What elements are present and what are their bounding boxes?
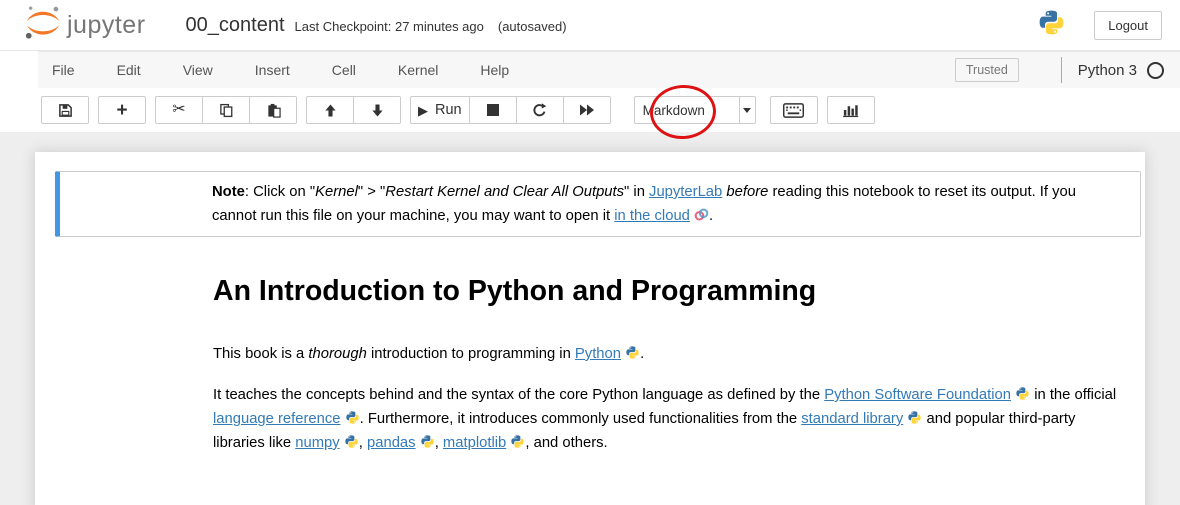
menu-insert[interactable]: Insert bbox=[241, 62, 304, 78]
paste-icon bbox=[266, 103, 281, 118]
fast-forward-icon bbox=[579, 104, 595, 116]
menu-view[interactable]: View bbox=[169, 62, 227, 78]
link-jupyterlab[interactable]: JupyterLab bbox=[649, 184, 722, 200]
link-matplotlib[interactable]: matplotlib bbox=[443, 435, 506, 451]
jupyter-wordmark: jupyter bbox=[67, 11, 146, 40]
link-python-software-foundation[interactable]: Python Software Foundation bbox=[824, 387, 1011, 403]
python-icon bbox=[907, 410, 922, 425]
move-cell-down-button[interactable] bbox=[353, 96, 401, 124]
python-icon bbox=[420, 434, 435, 449]
restart-run-all-button[interactable] bbox=[563, 96, 611, 124]
python-icon bbox=[625, 345, 640, 360]
note-callout: Note: Click on "Kernel" > "Restart Kerne… bbox=[55, 171, 1141, 237]
link-python[interactable]: Python bbox=[575, 346, 621, 362]
notebook-area: Note: Click on "Kernel" > "Restart Kerne… bbox=[0, 132, 1180, 505]
notebook-container: Note: Click on "Kernel" > "Restart Kerne… bbox=[35, 152, 1145, 505]
add-cell-button[interactable]: + bbox=[98, 96, 146, 124]
keyboard-shortcuts-button[interactable] bbox=[770, 96, 818, 124]
cut-cell-button[interactable]: ✂ bbox=[155, 96, 203, 124]
page-title: An Introduction to Python and Programmin… bbox=[213, 275, 1115, 308]
toolbar-button-group bbox=[306, 96, 401, 124]
toolbar-button-group: ▶ Run bbox=[410, 96, 611, 124]
arrow-up-icon bbox=[324, 104, 337, 117]
link-language-reference[interactable]: language reference bbox=[213, 411, 341, 427]
plus-icon: + bbox=[116, 101, 127, 120]
restart-icon bbox=[532, 103, 547, 118]
menu-help[interactable]: Help bbox=[466, 62, 523, 78]
kernel-name: Python 3 bbox=[1078, 62, 1137, 79]
toolbar-button-group: ✂ bbox=[155, 96, 297, 124]
trusted-badge[interactable]: Trusted bbox=[955, 58, 1019, 82]
binder-icon bbox=[694, 207, 709, 222]
menu-cell[interactable]: Cell bbox=[318, 62, 370, 78]
restart-kernel-button[interactable] bbox=[516, 96, 564, 124]
cell-type-select[interactable]: Markdown bbox=[634, 96, 756, 124]
link-in-the-cloud[interactable]: in the cloud bbox=[614, 208, 690, 224]
arrow-down-icon bbox=[371, 104, 384, 117]
move-cell-up-button[interactable] bbox=[306, 96, 354, 124]
toolbar-button-group bbox=[41, 96, 89, 124]
paste-cell-button[interactable] bbox=[249, 96, 297, 124]
bar-chart-icon bbox=[842, 102, 859, 118]
python-icon bbox=[345, 410, 360, 425]
python-logo-icon bbox=[1037, 8, 1066, 42]
python-icon bbox=[1015, 386, 1030, 401]
body-paragraph: It teaches the concepts behind and the s… bbox=[213, 383, 1117, 455]
menu-file[interactable]: File bbox=[38, 62, 89, 78]
python-icon bbox=[510, 434, 525, 449]
menu-edit[interactable]: Edit bbox=[103, 62, 155, 78]
notebook-title[interactable]: 00_content bbox=[186, 14, 285, 37]
chart-button[interactable] bbox=[827, 96, 875, 124]
copy-cell-button[interactable] bbox=[202, 96, 250, 124]
toolbar: + ✂ ▶ Run Markdown bbox=[0, 88, 1180, 132]
cell-type-value: Markdown bbox=[635, 103, 739, 118]
keyboard-icon bbox=[783, 103, 804, 118]
header: jupyter 00_content Last Checkpoint: 27 m… bbox=[0, 0, 1180, 51]
link-pandas[interactable]: pandas bbox=[367, 435, 416, 451]
run-button[interactable]: ▶ Run bbox=[410, 96, 470, 124]
menubar: File Edit View Insert Cell Kernel Help Trusted… bbox=[38, 51, 1180, 89]
autosave-status: (autosaved) bbox=[498, 19, 567, 34]
logout-button[interactable]: Logout bbox=[1094, 11, 1162, 40]
intro-paragraph: This book is a thorough introduction to … bbox=[213, 342, 1117, 366]
toolbar-button-group: + bbox=[98, 96, 146, 124]
copy-icon bbox=[219, 103, 234, 118]
python-icon bbox=[344, 434, 359, 449]
stop-icon bbox=[487, 104, 499, 116]
play-icon: ▶ bbox=[418, 104, 428, 117]
save-button[interactable] bbox=[41, 96, 89, 124]
run-button-label: Run bbox=[435, 102, 462, 118]
kernel-divider bbox=[1061, 57, 1062, 83]
jupyter-planet-icon bbox=[24, 4, 62, 47]
interrupt-kernel-button[interactable] bbox=[469, 96, 517, 124]
link-standard-library[interactable]: standard library bbox=[801, 411, 903, 427]
checkpoint-status: Last Checkpoint: 27 minutes ago bbox=[295, 19, 484, 34]
save-icon bbox=[58, 103, 73, 118]
menu-kernel[interactable]: Kernel bbox=[384, 62, 452, 78]
kernel-idle-icon bbox=[1147, 62, 1164, 79]
link-numpy[interactable]: numpy bbox=[295, 435, 339, 451]
scissors-icon: ✂ bbox=[172, 102, 185, 118]
menubar-row: File Edit View Insert Cell Kernel Help Trusted… bbox=[0, 51, 1180, 88]
jupyter-logo[interactable]: jupyter bbox=[24, 4, 146, 47]
chevron-down-icon bbox=[739, 97, 755, 123]
toolbar-button-group bbox=[770, 96, 818, 124]
toolbar-button-group bbox=[827, 96, 875, 124]
